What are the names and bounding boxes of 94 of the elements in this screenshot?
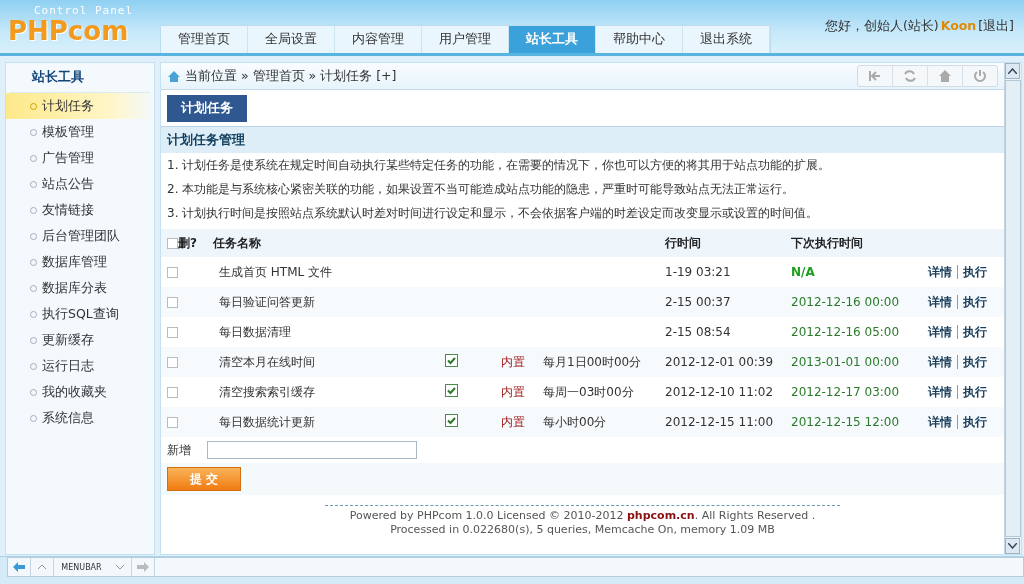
table-cell: 2012-12-17 03:00 <box>791 385 900 399</box>
action-link[interactable]: 执行 <box>957 384 992 399</box>
table-cell: 2012-12-16 05:00 <box>791 325 900 339</box>
sidebar-item[interactable]: 运行日志 <box>6 353 154 379</box>
table-cell: 每日数据统计更新 <box>207 407 425 437</box>
table-cell: 每周一03时00分 <box>543 384 634 399</box>
nav-tab[interactable]: 帮助中心 <box>596 26 683 53</box>
action-link[interactable]: 执行 <box>957 324 992 339</box>
sidebar-item[interactable]: 模板管理 <box>6 119 154 145</box>
column-header: 删? <box>178 235 197 250</box>
home-icon <box>937 68 953 84</box>
scroll-up-button[interactable] <box>1005 63 1020 79</box>
action-link[interactable]: 详情 <box>923 264 957 279</box>
logo-subtitle: Control Panel <box>33 4 135 17</box>
table-cell: 2-15 08:54 <box>665 325 731 339</box>
table-cell: 2013-01-01 00:00 <box>791 355 900 369</box>
action-link[interactable]: 详情 <box>923 324 957 339</box>
table-cell: 每小时00分 <box>543 414 607 429</box>
logout-link[interactable]: [退出] <box>978 18 1014 53</box>
type-label: 内置 <box>501 354 525 369</box>
checkbox[interactable] <box>167 237 178 249</box>
greeting-text: 您好，创始人(站长) <box>824 18 939 35</box>
checkbox[interactable] <box>167 297 178 308</box>
note-text: 3. 计划执行时间是按照站点系统默认时差对时间进行设定和显示，不会依据客户端的时差设定而改变显示或设置的时间值。 <box>166 204 820 222</box>
sidebar-item[interactable]: 站点公告 <box>6 171 154 197</box>
sidebar-item[interactable]: 我的收藏夹 <box>6 379 154 405</box>
logo: PHPcom <box>8 17 130 45</box>
page-tab[interactable]: 计划任务 <box>167 94 247 122</box>
sidebar-item[interactable]: 后台管理团队 <box>6 223 154 249</box>
checkbox[interactable] <box>167 267 178 278</box>
column-header: 行时间 <box>659 229 785 257</box>
sidebar-item[interactable]: 执行SQL查询 <box>6 301 154 327</box>
table-cell: 2012-12-10 11:02 <box>665 385 774 399</box>
sidebar-item[interactable]: 计划任务 <box>6 93 154 119</box>
power-icon <box>972 68 988 84</box>
table-cell: 每月1日00时00分 <box>543 354 642 369</box>
action-link[interactable]: 详情 <box>923 294 957 309</box>
action-link[interactable]: 执行 <box>957 414 992 429</box>
footer-text: Powered by PHPcom 1.0.0 Licensed © 2010-2012 phpcom.cn. All Rights Reserved . <box>348 509 817 523</box>
note-text: 1. 计划任务是使系统在规定时间自动执行某些特定任务的功能，在需要的情况下，你也可以方便的将其用于站点功能的扩展。 <box>166 156 832 174</box>
sidebar-item[interactable]: 系统信息 <box>6 405 154 431</box>
section-title: 计划任务管理 <box>161 127 1004 153</box>
sidebar-item[interactable]: 数据库管理 <box>6 249 154 275</box>
nav-tab[interactable]: 内容管理 <box>335 26 422 53</box>
note-text: 2. 本功能是与系统核心紧密关联的功能，如果设置不当可能造成站点功能的隐患，严重时可能导致站点无法正常运行。 <box>166 180 796 198</box>
table-cell: 生成首页 HTML 文件 <box>207 257 425 287</box>
action-link[interactable]: 详情 <box>923 414 957 429</box>
table-cell: N/A <box>791 265 815 279</box>
input-field[interactable] <box>207 441 417 459</box>
sidebar-item[interactable]: 广告管理 <box>6 145 154 171</box>
sidebar-item[interactable]: 友情链接 <box>6 197 154 223</box>
scroll-down-button[interactable] <box>1005 538 1020 554</box>
breadcrumb-text: 当前位置 » 管理首页 » 计划任务 [+] <box>185 67 397 85</box>
table-cell: 2012-12-15 12:00 <box>791 415 900 429</box>
table-cell: 2-15 00:37 <box>665 295 731 309</box>
table-cell: 清空搜索索引缓存 <box>207 377 425 407</box>
menubar-label: MENUBAR <box>60 562 103 572</box>
table-cell: 1-19 03:21 <box>665 265 731 279</box>
action-link[interactable]: 执行 <box>957 264 992 279</box>
table-cell: 每日数据清理 <box>207 317 425 347</box>
action-link[interactable]: 详情 <box>923 354 957 369</box>
table-cell: 每日验证问答更新 <box>207 287 425 317</box>
field-label: 新增 <box>167 441 191 459</box>
table-cell: 2012-12-01 00:39 <box>665 355 774 369</box>
column-header: 任务名称 <box>207 229 425 257</box>
checkbox[interactable] <box>445 384 458 400</box>
action-link[interactable]: 执行 <box>957 294 992 309</box>
nav-tab[interactable]: 管理首页 <box>161 26 248 53</box>
table-cell: 清空本月在线时间 <box>207 347 425 377</box>
sidebar-item[interactable]: 更新缓存 <box>6 327 154 353</box>
sidebar-item[interactable]: 数据库分表 <box>6 275 154 301</box>
left-arrow-icon <box>12 561 26 573</box>
back-icon <box>867 68 883 84</box>
action-link[interactable]: 执行 <box>957 354 992 369</box>
right-arrow-icon <box>136 561 150 573</box>
footer-text: Processed in 0.022680(s), 5 queries, Memcache On, memory 1.09 MB <box>389 523 776 537</box>
scrollbar-thumb[interactable] <box>1005 80 1021 537</box>
checkbox[interactable] <box>167 387 178 398</box>
nav-tab[interactable]: 退出系统 <box>683 26 770 53</box>
action-link[interactable]: 详情 <box>923 384 957 399</box>
table-cell: 2012-12-15 11:00 <box>665 415 774 429</box>
checkbox[interactable] <box>445 414 458 430</box>
table-cell: 2012-12-16 00:00 <box>791 295 900 309</box>
nav-tab[interactable]: 全局设置 <box>248 26 335 53</box>
checkbox[interactable] <box>167 327 178 338</box>
refresh-icon <box>902 68 918 84</box>
sidebar-title: 站长工具 <box>10 63 150 93</box>
column-header: 下次执行时间 <box>785 229 917 257</box>
home-icon <box>167 69 181 83</box>
type-label: 内置 <box>501 384 525 399</box>
checkbox[interactable] <box>167 357 178 368</box>
type-label: 内置 <box>501 414 525 429</box>
checkbox[interactable] <box>445 354 458 370</box>
checkbox[interactable] <box>167 417 178 428</box>
